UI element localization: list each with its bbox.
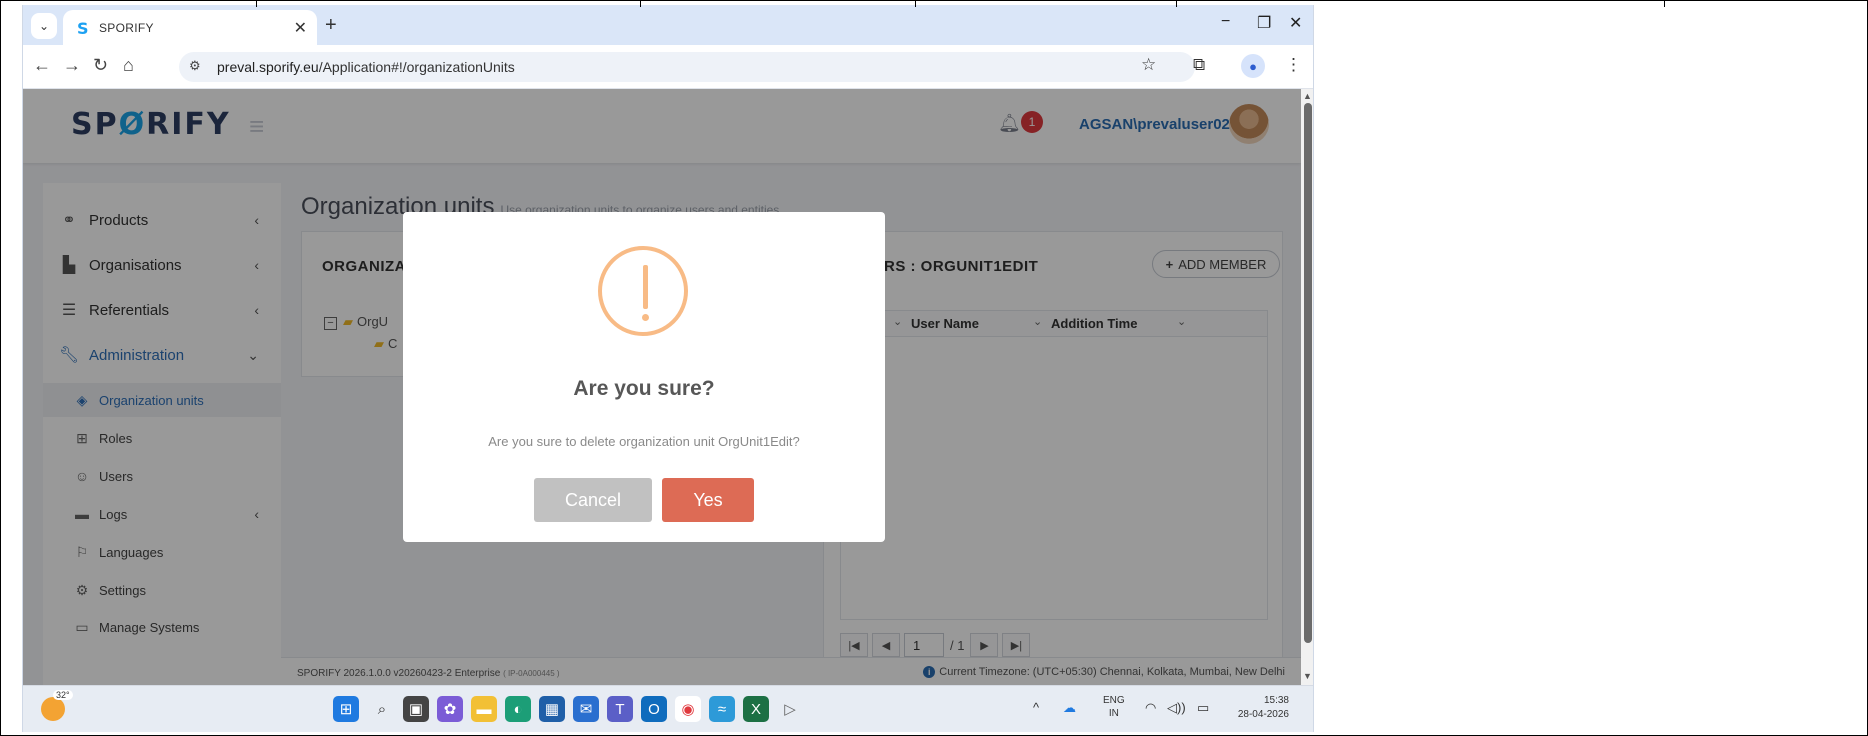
app-icon[interactable]: ✉ [573, 696, 599, 722]
excel-icon[interactable]: X [743, 696, 769, 722]
scroll-down-icon[interactable]: ▼ [1303, 671, 1312, 681]
address-bar-row: ← → ↻ ⌂ ⚙ preval.sporify.eu/Application#… [23, 45, 1313, 89]
frame-tick [640, 0, 641, 7]
scroll-up-icon[interactable]: ▲ [1303, 91, 1312, 101]
extensions-icon[interactable]: ⧉ [1193, 55, 1205, 75]
windows-start-icon[interactable]: ⊞ [333, 696, 359, 722]
profile-avatar-icon[interactable]: ● [1241, 54, 1265, 78]
chevron-up-icon[interactable]: ^ [1033, 700, 1039, 715]
frame-tick [256, 0, 257, 7]
page-scrollbar[interactable]: ▲ ▼ [1301, 89, 1313, 685]
onedrive-icon[interactable]: ☁ [1063, 700, 1076, 716]
url-path: /Application#!/organizationUnits [318, 59, 515, 75]
minimize-button[interactable]: − [1221, 13, 1230, 31]
search-icon[interactable]: ⌕ [369, 696, 395, 722]
browser-tab[interactable]: S SPORIFY ✕ [63, 10, 317, 45]
teams-icon[interactable]: T [607, 696, 633, 722]
confirm-dialog: Are you sure? Are you sure to delete org… [403, 212, 885, 542]
battery-icon[interactable]: ▭ [1197, 700, 1209, 716]
warning-icon [598, 246, 688, 336]
home-icon[interactable]: ⌂ [123, 55, 134, 76]
tab-title: SPORIFY [99, 21, 154, 35]
task-view-icon[interactable]: ▣ [403, 696, 429, 722]
volume-icon[interactable]: ◁)) [1167, 700, 1186, 716]
frame-tick [915, 0, 916, 7]
more-menu-icon[interactable]: ⋮ [1285, 55, 1302, 75]
app-icon-2[interactable]: ≈ [709, 696, 735, 722]
close-window-button[interactable]: ✕ [1289, 13, 1302, 33]
tab-search-button[interactable]: ⌄ [31, 13, 57, 39]
new-tab-button[interactable]: + [325, 14, 337, 37]
reload-icon[interactable]: ↻ [93, 55, 108, 76]
back-arrow-icon[interactable]: ← [33, 55, 51, 76]
chrome-icon[interactable]: ◉ [675, 696, 701, 722]
forward-arrow-icon[interactable]: → [63, 55, 81, 76]
cancel-button[interactable]: Cancel [534, 478, 652, 522]
play-icon[interactable]: ▷ [777, 696, 803, 722]
yes-button[interactable]: Yes [662, 478, 754, 522]
site-info-icon[interactable]: ⚙ [189, 58, 201, 74]
sporify-favicon-icon: S [77, 19, 89, 38]
file-explorer-icon[interactable]: ▬ [471, 696, 497, 722]
bookmark-star-icon[interactable]: ☆ [1141, 55, 1156, 75]
tab-close-icon[interactable]: ✕ [294, 18, 307, 38]
outlook-icon[interactable]: O [641, 696, 667, 722]
copilot-icon[interactable]: ✿ [437, 696, 463, 722]
edge-icon[interactable]: ◐ [505, 696, 531, 722]
scroll-thumb[interactable] [1304, 103, 1312, 643]
frame-tick [1664, 0, 1665, 7]
url-host: preval.sporify.eu [217, 59, 319, 75]
url-field[interactable]: ⚙ preval.sporify.eu/Application#!/organi… [179, 52, 1195, 82]
dialog-text: Are you sure to delete organization unit… [488, 434, 800, 449]
app-viewport: SPØRIFY ≡ 🔔︎ 1 AGSAN\prevaluser02 ⚭ Prod… [23, 89, 1301, 685]
weather-icon[interactable] [41, 697, 65, 721]
tab-strip: ⌄ S SPORIFY ✕ + − ❐ ✕ [23, 5, 1313, 45]
taskbar: 32° ⊞ ⌕ ▣ ✿ ▬ ◐ ▦ ✉ T O ◉ ≈ X ▷ ^ ☁ ENG I… [23, 685, 1313, 732]
restore-button[interactable]: ❐ [1257, 13, 1271, 33]
dialog-title: Are you sure? [573, 377, 715, 400]
temperature: 32° [53, 690, 73, 700]
browser-window: ⌄ S SPORIFY ✕ + − ❐ ✕ ← → ↻ ⌂ ⚙ preval.s… [22, 5, 1314, 732]
frame-tick [1176, 0, 1177, 7]
wifi-icon[interactable]: ◠ [1145, 700, 1156, 716]
language-indicator[interactable]: ENG IN [1103, 694, 1125, 720]
store-icon[interactable]: ▦ [539, 696, 565, 722]
clock[interactable]: 15:38 28-04-2026 [1227, 694, 1289, 722]
